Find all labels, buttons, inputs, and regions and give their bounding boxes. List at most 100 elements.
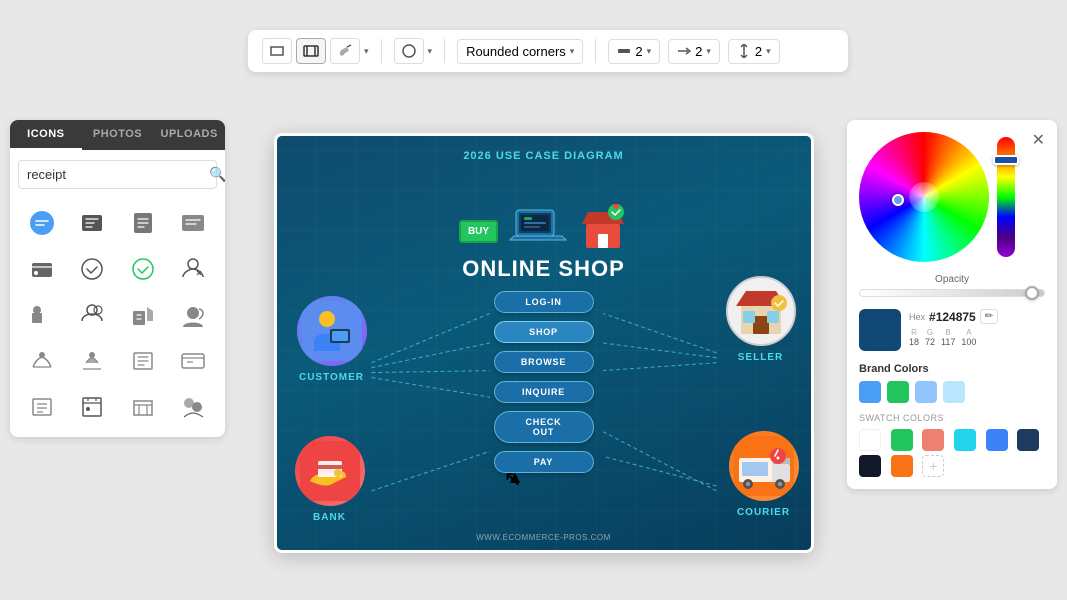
swatch-add-button[interactable]: + — [922, 455, 944, 477]
height-select[interactable]: 2 ▾ — [728, 39, 780, 64]
use-case-browse[interactable]: BROWSE — [494, 351, 594, 373]
list-item[interactable] — [20, 203, 64, 243]
hex-row: Hex #124875 ✏ — [909, 309, 1045, 324]
swatch-0[interactable] — [859, 429, 881, 451]
actor-customer: CUSTOMER — [297, 296, 367, 383]
list-item[interactable] — [121, 387, 165, 427]
buy-badge: BUY — [459, 220, 498, 243]
tab-photos[interactable]: PHOTOS — [82, 120, 154, 150]
laptop-icon — [508, 204, 568, 259]
paint-tool[interactable] — [330, 38, 360, 64]
list-item[interactable] — [121, 249, 165, 289]
circle-tool[interactable] — [394, 38, 424, 64]
cursor: ↖ — [503, 466, 521, 492]
swatch-1[interactable] — [891, 429, 913, 451]
list-item[interactable] — [121, 295, 165, 335]
opacity-label: Opacity — [859, 274, 1045, 285]
search-input[interactable] — [27, 167, 203, 182]
brand-color-1[interactable] — [887, 381, 909, 403]
diagram-url: WWW.ECOMMERCE-PROS.COM — [277, 533, 811, 542]
list-item[interactable] — [20, 295, 64, 335]
customer-icon — [297, 296, 367, 366]
shape-tools: ▾ — [262, 38, 369, 64]
color-wheel[interactable] — [859, 132, 989, 262]
seller-label: SELLER — [738, 352, 783, 363]
hex-value: #124875 — [929, 310, 976, 324]
search-bar: 🔍 — [18, 160, 217, 189]
list-item[interactable] — [171, 203, 215, 243]
use-case-login[interactable]: LOG-IN — [494, 291, 594, 313]
hue-slider[interactable] — [997, 137, 1015, 257]
hex-edit-button[interactable]: ✏ — [980, 309, 998, 324]
list-item[interactable] — [70, 341, 114, 381]
rounded-corners-select[interactable]: Rounded corners ▾ — [457, 39, 583, 64]
list-item[interactable] — [20, 341, 64, 381]
r-value: R 18 — [909, 328, 919, 347]
brand-color-2[interactable] — [915, 381, 937, 403]
courier-icon — [729, 431, 799, 501]
use-case-shop[interactable]: SHOP — [494, 321, 594, 343]
diagram-title: 2026 USE CASE DIAGRAM — [277, 150, 811, 162]
list-item[interactable] — [70, 249, 114, 289]
stroke-width-select[interactable]: 2 ▾ — [608, 39, 660, 64]
list-item[interactable] — [121, 341, 165, 381]
list-item[interactable] — [171, 249, 215, 289]
circle-chevron[interactable]: ▾ — [428, 46, 433, 57]
seller-icon — [726, 276, 796, 346]
opacity-track[interactable] — [859, 289, 1045, 297]
frame-tool[interactable] — [296, 38, 326, 64]
arrow-width-value: 2 — [695, 44, 702, 59]
tab-uploads[interactable]: UPLOADS — [153, 120, 225, 150]
swatch-7[interactable] — [891, 455, 913, 477]
separator-3 — [595, 39, 596, 63]
swatch-5[interactable] — [1017, 429, 1039, 451]
use-case-inquire[interactable]: INQUIRE — [494, 381, 594, 403]
list-item[interactable] — [70, 295, 114, 335]
color-wheel-dot[interactable] — [892, 194, 904, 206]
b-value: B 117 — [941, 328, 955, 347]
brand-colors-label: Brand Colors — [859, 363, 1045, 375]
use-case-checkout[interactable]: CHECK OUT — [494, 411, 594, 443]
list-item[interactable] — [70, 387, 114, 427]
swatch-4[interactable] — [986, 429, 1008, 451]
list-item[interactable] — [171, 387, 215, 427]
hue-slider-thumb — [993, 155, 1019, 165]
swatch-grid: + — [859, 429, 1045, 477]
list-item[interactable] — [171, 295, 215, 335]
swatch-3[interactable] — [954, 429, 976, 451]
swatch-colors-label: SWATCH COLORS — [859, 413, 1045, 423]
close-button[interactable]: ✕ — [1032, 130, 1045, 150]
shop-icon — [578, 204, 628, 259]
list-item[interactable] — [70, 203, 114, 243]
diagram-frame[interactable]: 2026 USE CASE DIAGRAM BUY — [274, 133, 814, 553]
swatch-2[interactable] — [922, 429, 944, 451]
paint-tool-chevron[interactable]: ▾ — [364, 46, 369, 57]
arrow-width-select[interactable]: 2 ▾ — [668, 39, 720, 64]
actor-courier: COURIER — [729, 431, 799, 518]
hex-label: Hex — [909, 312, 925, 322]
search-button[interactable]: 🔍 — [209, 166, 225, 183]
rgba-row: R 18 G 72 B 117 A 100 — [909, 328, 1045, 347]
rounded-corners-label: Rounded corners — [466, 44, 566, 59]
color-swatch-preview[interactable] — [859, 309, 901, 351]
list-item[interactable] — [171, 341, 215, 381]
list-item[interactable] — [20, 387, 64, 427]
actor-bank: BANK — [295, 436, 365, 523]
courier-label: COURIER — [737, 507, 790, 518]
tab-icons[interactable]: ICONS — [10, 120, 82, 150]
rectangle-tool[interactable] — [262, 38, 292, 64]
color-values: Hex #124875 ✏ R 18 G 72 B 117 A — [859, 309, 1045, 351]
list-item[interactable] — [121, 203, 165, 243]
swatch-6[interactable] — [859, 455, 881, 477]
icons-grid — [10, 199, 225, 437]
brand-color-3[interactable] — [943, 381, 965, 403]
hue-slider-container — [997, 137, 1015, 257]
list-item[interactable] — [20, 249, 64, 289]
stroke-width-value: 2 — [635, 44, 642, 59]
separator-2 — [444, 39, 445, 63]
separator-1 — [381, 39, 382, 63]
circle-tool-group: ▾ — [394, 38, 433, 64]
toolbar: ▾ ▾ Rounded corners ▾ 2 ▾ 2 ▾ 2 ▾ — [248, 30, 848, 72]
brand-color-0[interactable] — [859, 381, 881, 403]
color-wheel-container — [859, 132, 1045, 262]
